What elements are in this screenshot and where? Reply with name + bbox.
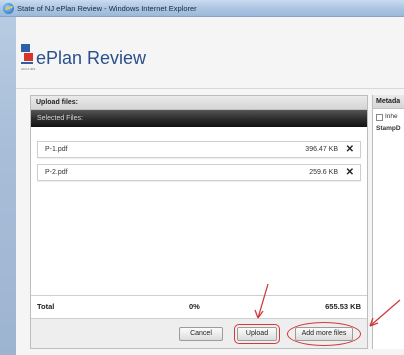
ie-icon (3, 3, 14, 14)
file-size: 396.47 KB (305, 146, 338, 153)
file-row: P-1.pdf 396.47 KB ✕ (37, 141, 361, 158)
upload-footer: Cancel Upload Add more files (31, 318, 367, 348)
window-frame (0, 0, 16, 355)
totals-divider (31, 295, 367, 296)
window-title: State of NJ ePlan Review - Windows Inter… (17, 4, 197, 13)
total-percent: 0% (189, 302, 200, 311)
file-row: P-2.pdf 259.6 KB ✕ (37, 164, 361, 181)
stamp-label: StampD (376, 125, 401, 132)
metadata-header: Metada (373, 95, 404, 109)
logo-square-blue (21, 44, 30, 52)
app-title: ePlan Review (36, 48, 147, 68)
file-size: 259.6 KB (309, 169, 338, 176)
upload-panel: Upload files: Selected Files: P-1.pdf 39… (30, 95, 368, 349)
window-titlebar: State of NJ ePlan Review - Windows Inter… (0, 0, 404, 17)
selected-files-label: Selected Files: (37, 115, 83, 122)
metadata-title: Metada (376, 98, 401, 105)
file-name: P-1.pdf (45, 146, 68, 153)
selected-files-bar: Selected Files: (31, 110, 367, 127)
total-size: 655.53 KB (325, 302, 361, 311)
logo-line (21, 62, 33, 64)
add-more-files-button[interactable]: Add more files (295, 327, 353, 341)
inherit-label: Inhe (385, 113, 398, 120)
cancel-button[interactable]: Cancel (179, 327, 223, 341)
upload-button[interactable]: Upload (234, 324, 280, 344)
total-label: Total (37, 302, 55, 311)
logo-square-red (24, 53, 33, 61)
close-icon[interactable]: ✕ (346, 144, 354, 156)
close-icon[interactable]: ✕ (346, 167, 354, 179)
upload-panel-title: Upload files: (36, 99, 79, 106)
logo-caption: AFFAIRS (21, 67, 36, 71)
upload-panel-header: Upload files: (31, 96, 367, 110)
file-name: P-2.pdf (45, 169, 68, 176)
logo-icon (21, 44, 33, 66)
metadata-panel: Metada Inhe StampD (372, 95, 404, 349)
header-divider (16, 88, 404, 89)
inherit-checkbox[interactable] (376, 114, 383, 121)
